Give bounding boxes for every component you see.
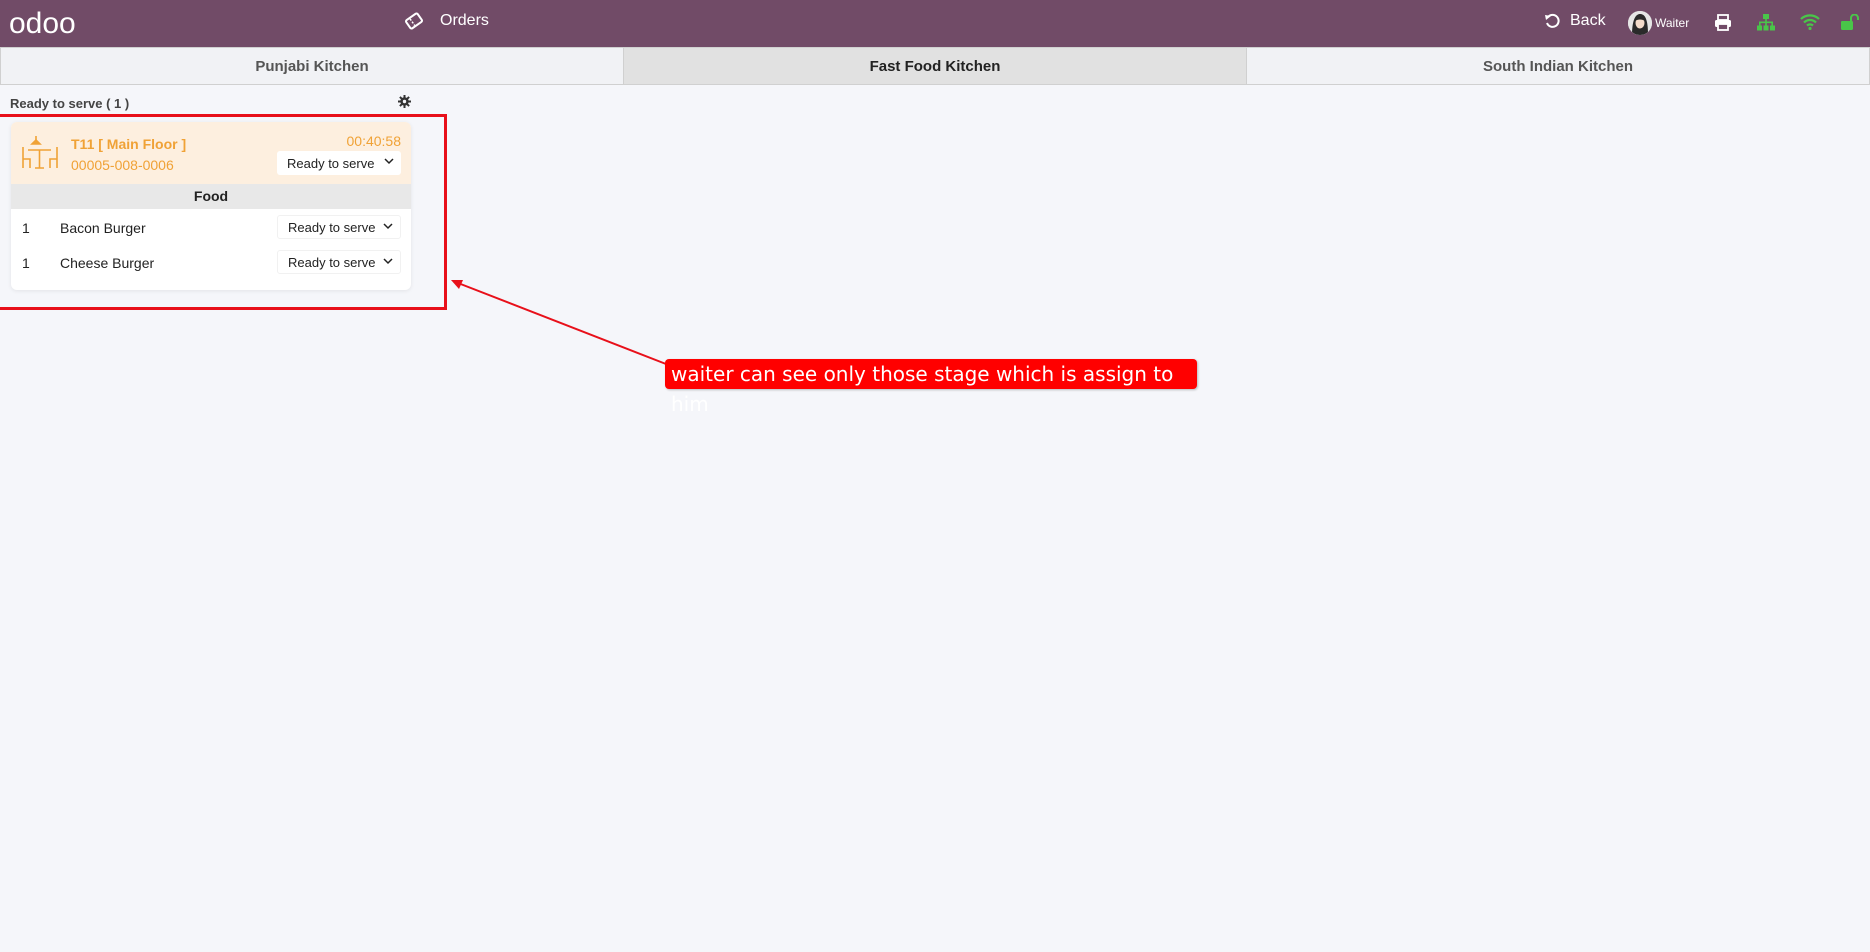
tab-fast-food-kitchen[interactable]: Fast Food Kitchen [623,47,1246,85]
order-card-header: T11 [ Main Floor ] 00005-008-0006 00:40:… [11,122,411,184]
chevron-down-icon [384,158,394,165]
item-name: Bacon Burger [60,220,146,236]
list-item: 1 Cheese Burger Ready to serve [11,244,411,279]
order-reference: 00005-008-0006 [71,157,174,173]
gear-icon[interactable] [398,95,411,108]
svg-text:odoo: odoo [9,7,76,40]
stage-title: Ready to serve ( 1 ) [10,96,130,111]
tab-punjabi-kitchen[interactable]: Punjabi Kitchen [0,47,623,85]
orders-menu-button[interactable]: Orders [404,12,489,30]
sitemap-icon[interactable] [1757,14,1775,31]
order-card[interactable]: T11 [ Main Floor ] 00005-008-0006 00:40:… [11,122,411,290]
table-name: T11 [ Main Floor ] [71,136,187,152]
odoo-logo[interactable]: odoo [9,7,89,41]
chevron-down-icon [383,258,393,265]
order-status-value: Ready to serve [287,155,375,171]
tab-south-indian-kitchen[interactable]: South Indian Kitchen [1246,47,1870,85]
wifi-icon[interactable] [1800,14,1820,30]
back-button[interactable]: Back [1544,12,1606,30]
annotation-callout: waiter can see only those stage which is… [665,359,1197,416]
orders-label: Orders [440,12,489,29]
ticket-icon [404,12,424,30]
item-status-value: Ready to serve [288,219,376,235]
order-status-select[interactable]: Ready to serve [277,151,401,175]
chevron-down-icon [383,223,393,230]
back-label: Back [1570,12,1606,29]
item-quantity: 1 [22,255,30,271]
top-navbar: odoo Orders Back Waiter [0,0,1870,47]
undo-icon [1545,13,1560,28]
kitchen-tabs: Punjabi Kitchen Fast Food Kitchen South … [0,47,1870,85]
item-status-select[interactable]: Ready to serve [277,215,401,239]
user-name: Waiter [1655,16,1690,30]
avatar [1628,11,1652,35]
category-header: Food [11,184,411,209]
item-status-value: Ready to serve [288,254,376,270]
item-name: Cheese Burger [60,255,155,271]
print-icon[interactable] [1714,14,1732,31]
order-timer: 00:40:58 [346,133,402,149]
item-quantity: 1 [22,220,30,236]
list-item: 1 Bacon Burger Ready to serve [11,209,411,244]
item-status-select[interactable]: Ready to serve [277,250,401,274]
dining-table-icon [22,136,58,169]
user-menu[interactable]: Waiter [1628,11,1689,35]
unlock-icon[interactable] [1840,14,1860,31]
